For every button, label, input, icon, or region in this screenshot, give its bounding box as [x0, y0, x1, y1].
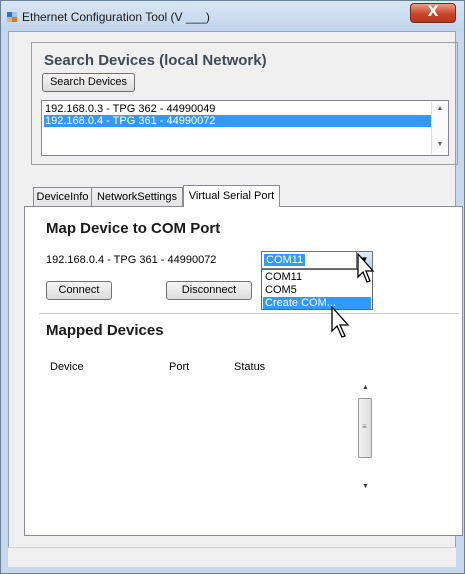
mapped-devices-title: Mapped Devices	[46, 322, 164, 339]
app-window: Ethernet Configuration Tool (V ___) X Se…	[0, 0, 465, 574]
title-bar[interactable]: Ethernet Configuration Tool (V ___) X	[1, 1, 464, 31]
close-button[interactable]: X	[410, 3, 456, 23]
device-list-item-selected[interactable]: 192.168.0.4 - TPG 361 - 44990072	[44, 115, 432, 127]
map-device-title: Map Device to COM Port	[46, 220, 221, 237]
search-devices-button[interactable]: Search Devices	[42, 73, 135, 92]
device-list-item[interactable]: 192.168.0.3 - TPG 362 - 44990049	[44, 103, 215, 115]
scrollbar-thumb[interactable]: ≡	[358, 398, 372, 458]
search-devices-title: Search Devices (local Network)	[44, 52, 267, 69]
close-icon: X	[427, 4, 439, 20]
column-header-port[interactable]: Port	[169, 361, 189, 373]
search-devices-group: Search Devices (local Network) Search De…	[31, 42, 458, 165]
column-header-status[interactable]: Status	[234, 361, 265, 373]
divider	[39, 313, 459, 314]
device-listbox[interactable]: 192.168.0.3 - TPG 362 - 44990049 192.168…	[41, 100, 449, 156]
column-header-device[interactable]: Device	[50, 361, 84, 373]
connect-button[interactable]: Connect	[46, 281, 112, 300]
com-port-value: COM11	[264, 254, 306, 266]
scroll-up-icon[interactable]: ▲	[357, 384, 374, 391]
com-option[interactable]: COM5	[263, 284, 371, 296]
device-list-scrollbar[interactable]: ▲ ▼	[431, 101, 448, 155]
mapped-devices-scrollbar[interactable]: ▲ ≡ ▼	[357, 379, 374, 495]
grip-icon: ≡	[362, 422, 367, 431]
tab-virtual-serial-port[interactable]: Virtual Serial Port	[183, 185, 280, 207]
app-icon	[7, 12, 17, 22]
com-option-create[interactable]: Create COM...	[263, 297, 371, 309]
status-bar	[8, 547, 456, 567]
tab-deviceinfo[interactable]: DeviceInfo	[33, 187, 92, 207]
scroll-down-icon[interactable]: ▼	[357, 483, 374, 490]
window-title: Ethernet Configuration Tool (V ___)	[22, 10, 210, 24]
scroll-up-icon[interactable]: ▲	[432, 105, 448, 112]
mouse-pointer-icon	[331, 306, 350, 338]
com-option[interactable]: COM11	[263, 271, 371, 283]
tab-networksettings[interactable]: NetworkSettings	[91, 187, 183, 207]
mouse-pointer-icon	[357, 253, 375, 283]
selected-device-label: 192.168.0.4 - TPG 361 - 44990072	[46, 254, 217, 266]
disconnect-button[interactable]: Disconnect	[166, 281, 252, 300]
scroll-down-icon[interactable]: ▼	[432, 141, 448, 148]
